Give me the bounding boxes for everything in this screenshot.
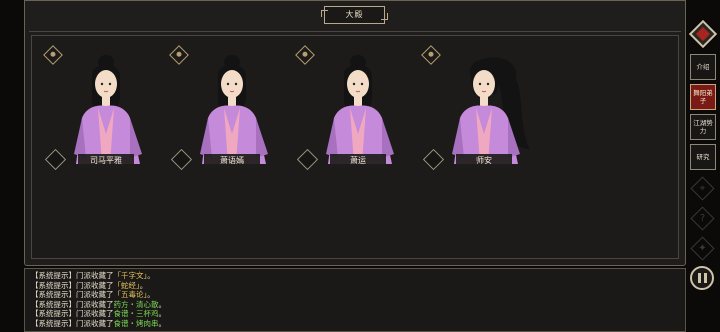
disabled-action-icon: ⌖ [690, 176, 715, 201]
disciple-portrait [200, 55, 268, 164]
disciple-card[interactable]: 司马平雅 [38, 40, 156, 171]
disciple-card[interactable]: 师安 [416, 40, 534, 171]
sect-badge-icon [169, 45, 189, 65]
hall-panel: 大殿 司马平雅 萧语嫣 萧运 师安 [24, 0, 686, 266]
disabled-skill-icon: ✦ [690, 236, 715, 261]
disciple-card[interactable]: 萧运 [290, 40, 408, 171]
system-log: 【系统提示】门派收藏了「千字文」。 【系统提示】门派收藏了「蛇经」。 【系统提示】门… [24, 268, 686, 332]
log-line: 【系统提示】门派收藏了药方・清心散。 [31, 300, 679, 310]
log-prefix: 【系统提示】门派收藏了 [31, 290, 114, 300]
title-divider [29, 31, 681, 32]
log-prefix: 【系统提示】门派收藏了 [31, 299, 114, 309]
log-item: 食谱・烤肉串 [113, 318, 159, 328]
disciple-card[interactable]: 萧语嫣 [164, 40, 282, 171]
log-line: 【系统提示】门派收藏了食谱・三杯鸡。 [31, 309, 679, 319]
pause-button[interactable] [690, 266, 714, 290]
disciple-name: 萧语嫣 [204, 154, 260, 168]
hall-title: 大殿 [345, 10, 364, 19]
help-icon: ? [690, 206, 715, 231]
hall-title-plaque: 大殿 [321, 6, 388, 24]
log-line: 【系统提示】门派收藏了食谱・烤肉串。 [31, 319, 679, 329]
sect-badge-icon [421, 45, 441, 65]
disciple-portrait [74, 55, 142, 164]
plaque-corner-ornament [381, 13, 388, 20]
log-item: 「五毒论」 [113, 290, 148, 300]
sect-badge-icon [295, 45, 315, 65]
disciple-portrait [452, 57, 530, 164]
log-prefix: 【系统提示】门派收藏了 [31, 309, 114, 319]
log-prefix: 【系统提示】门派收藏了 [31, 318, 114, 328]
plaque-corner-ornament [321, 10, 328, 17]
log-suffix: 。 [147, 271, 155, 280]
log-suffix: 。 [147, 290, 155, 300]
disciple-name: 司马平雅 [78, 154, 134, 168]
disciple-grid: 司马平雅 萧语嫣 萧运 师安 [31, 35, 679, 259]
log-item: 「蛇经」 [113, 280, 140, 290]
log-suffix: 。 [139, 280, 148, 290]
log-line: 【系统提示】门派收藏了「蛇经」。 [31, 281, 679, 291]
tab-research[interactable]: 研究 [690, 144, 716, 170]
log-item: 「千字文」 [113, 271, 148, 280]
sect-emblem-icon[interactable] [688, 19, 718, 49]
tab-jianghu-factions[interactable]: 江湖势力 [690, 114, 716, 140]
log-prefix: 【系统提示】门派收藏了 [31, 271, 114, 280]
log-line: 【系统提示】门派收藏了「五毒论」。 [31, 290, 679, 300]
log-suffix: 。 [158, 318, 167, 328]
disciple-name: 师安 [456, 154, 512, 168]
sect-badge-icon [43, 45, 63, 65]
disciple-name: 萧运 [330, 154, 386, 168]
log-item: 药方・清心散 [113, 299, 159, 309]
log-line: 【系统提示】门派收藏了「千字文」。 [31, 271, 679, 281]
log-item: 食谱・三杯鸡 [113, 309, 159, 319]
tab-disciples[interactable]: 舞阳弟子 [690, 84, 716, 110]
tab-introduction[interactable]: 介绍 [690, 54, 716, 80]
disciple-portrait [326, 55, 394, 164]
log-suffix: 。 [158, 299, 167, 309]
log-prefix: 【系统提示】门派收藏了 [31, 280, 114, 290]
log-suffix: 。 [158, 309, 167, 319]
